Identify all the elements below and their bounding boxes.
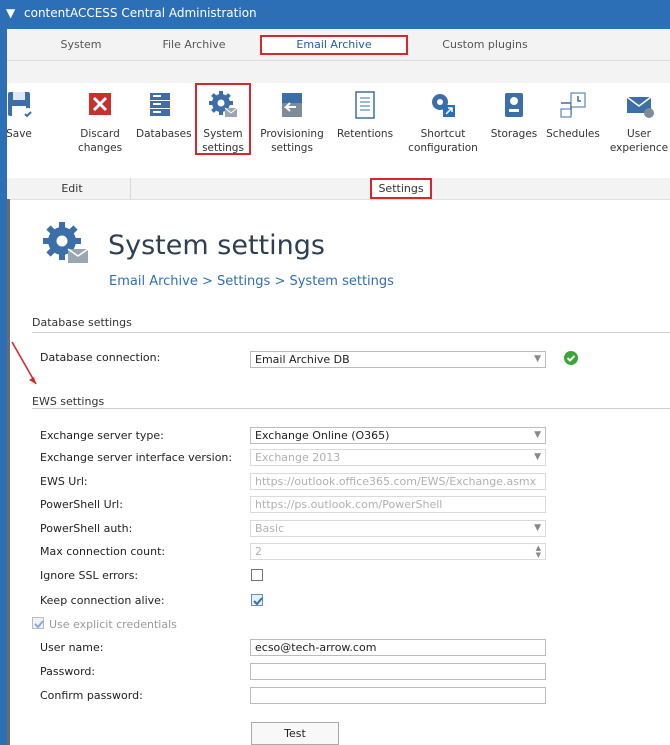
test-button[interactable]: Test (251, 722, 339, 745)
database-settings-header: Database settings (32, 316, 132, 329)
discard-icon (84, 89, 116, 121)
max-connection-count-label: Max connection count: (40, 545, 166, 558)
save-label: Save (6, 128, 32, 140)
connection-ok-icon (564, 351, 578, 365)
annotation-arrow-icon (11, 341, 37, 385)
main-content: System settings Email Archive > Settings… (11, 199, 670, 745)
exchange-server-type-label: Exchange server type: (40, 429, 164, 442)
ews-url-label: EWS Url: (40, 475, 88, 488)
ignore-ssl-errors-checkbox[interactable] (251, 569, 263, 581)
shortcut-configuration-button[interactable]: Shortcut configuration (404, 89, 482, 155)
exchange-interface-version-value: Exchange 2013 (255, 451, 341, 464)
confirm-password-label: Confirm password: (40, 689, 143, 702)
discard-changes-button[interactable]: Discard changes (76, 89, 124, 155)
group-edit: Edit (14, 178, 131, 199)
chevron-down-icon: ▼ (534, 452, 541, 462)
app-logo-icon: ▼ (6, 6, 16, 20)
schedule-icon (557, 89, 589, 121)
envelope-icon (623, 89, 655, 121)
use-explicit-credentials-label: Use explicit credentials (49, 618, 177, 631)
databases-button[interactable]: Databases (136, 89, 192, 141)
provisioning-settings-label: Provisioning settings (260, 128, 324, 154)
title-bar: ▼ contentACCESS Central Administration (0, 0, 670, 29)
max-connection-count-value: 2 (255, 545, 262, 558)
powershell-auth-value: Basic (255, 522, 285, 535)
database-settings-divider (32, 332, 670, 333)
exchange-server-type-value: Exchange Online (O365) (255, 429, 390, 442)
system-settings-button[interactable]: System settings (195, 83, 251, 155)
left-divider (7, 199, 10, 745)
powershell-auth-select[interactable]: Basic ▼ (250, 520, 546, 537)
system-settings-label: System settings (202, 128, 244, 154)
retentions-label: Retentions (336, 128, 394, 140)
ribbon-spacer (0, 61, 670, 83)
ews-settings-divider (32, 408, 670, 409)
exchange-interface-version-label: Exchange server interface version: (40, 451, 233, 464)
provisioning-settings-button[interactable]: Provisioning settings (256, 89, 328, 155)
save-icon (4, 89, 36, 121)
ignore-ssl-errors-label: Ignore SSL errors: (40, 569, 139, 582)
exchange-interface-version-select[interactable]: Exchange 2013 ▼ (250, 449, 546, 466)
storages-label: Storages (490, 128, 538, 140)
keep-connection-alive-checkbox[interactable] (251, 594, 263, 606)
main-tabs: System File Archive Email Archive Custom… (0, 29, 670, 61)
chevron-down-icon: ▼ (534, 354, 541, 364)
provisioning-icon (276, 89, 308, 121)
chevron-down-icon: ▼ (534, 430, 541, 440)
ews-url-input[interactable]: https://outlook.office365.com/EWS/Exchan… (250, 473, 546, 490)
schedules-button[interactable]: Schedules (546, 89, 600, 141)
shortcut-configuration-label: Shortcut configuration (408, 128, 478, 154)
gear-icon (207, 89, 239, 121)
tab-system[interactable]: System (36, 35, 126, 55)
tab-email-archive[interactable]: Email Archive (260, 35, 408, 55)
storages-button[interactable]: Storages (488, 89, 540, 141)
schedules-label: Schedules (546, 128, 600, 140)
powershell-auth-label: PowerShell auth: (40, 522, 133, 535)
storage-icon (498, 89, 530, 121)
ribbon: Save Discard changes Databases System se… (0, 83, 670, 178)
password-label: Password: (40, 665, 96, 678)
user-name-input[interactable]: ecso@tech-arrow.com (250, 639, 546, 656)
retentions-button[interactable]: Retentions (334, 89, 396, 141)
ribbon-groups: Edit Settings (0, 178, 670, 200)
user-experience-button[interactable]: User experience (608, 89, 670, 155)
databases-label: Databases (136, 128, 192, 140)
keep-connection-alive-label: Keep connection alive: (40, 594, 165, 607)
use-explicit-credentials-checkbox[interactable] (32, 617, 44, 629)
max-connection-count-stepper[interactable]: 2 ▲ ▼ (250, 543, 546, 560)
breadcrumb[interactable]: Email Archive > Settings > System settin… (109, 274, 394, 289)
shortcut-icon (427, 89, 459, 121)
user-experience-label: User experience (609, 128, 669, 154)
tab-file-archive[interactable]: File Archive (144, 35, 244, 55)
database-connection-select[interactable]: Email Archive DB ▼ (250, 351, 546, 368)
database-icon (144, 89, 176, 121)
document-icon (349, 89, 381, 121)
powershell-url-input[interactable]: https://ps.outlook.com/PowerShell (250, 496, 546, 513)
powershell-url-label: PowerShell Url: (40, 498, 123, 511)
save-button[interactable]: Save (4, 89, 34, 141)
ews-settings-header: EWS settings (32, 395, 105, 408)
chevron-down-icon: ▼ (534, 523, 541, 533)
password-input[interactable] (250, 663, 546, 680)
system-settings-icon (40, 219, 92, 271)
user-name-label: User name: (40, 641, 104, 654)
confirm-password-input[interactable] (250, 687, 546, 704)
page-title: System settings (108, 230, 325, 261)
exchange-server-type-select[interactable]: Exchange Online (O365) ▼ (250, 427, 546, 444)
group-settings: Settings (370, 178, 432, 199)
database-connection-value: Email Archive DB (255, 353, 350, 366)
stepper-arrows-icon: ▲ ▼ (535, 544, 541, 559)
database-connection-label: Database connection: (40, 351, 161, 364)
tab-custom-plugins[interactable]: Custom plugins (430, 35, 540, 55)
discard-changes-label: Discard changes (77, 128, 123, 154)
app-title: contentACCESS Central Administration (24, 6, 257, 20)
